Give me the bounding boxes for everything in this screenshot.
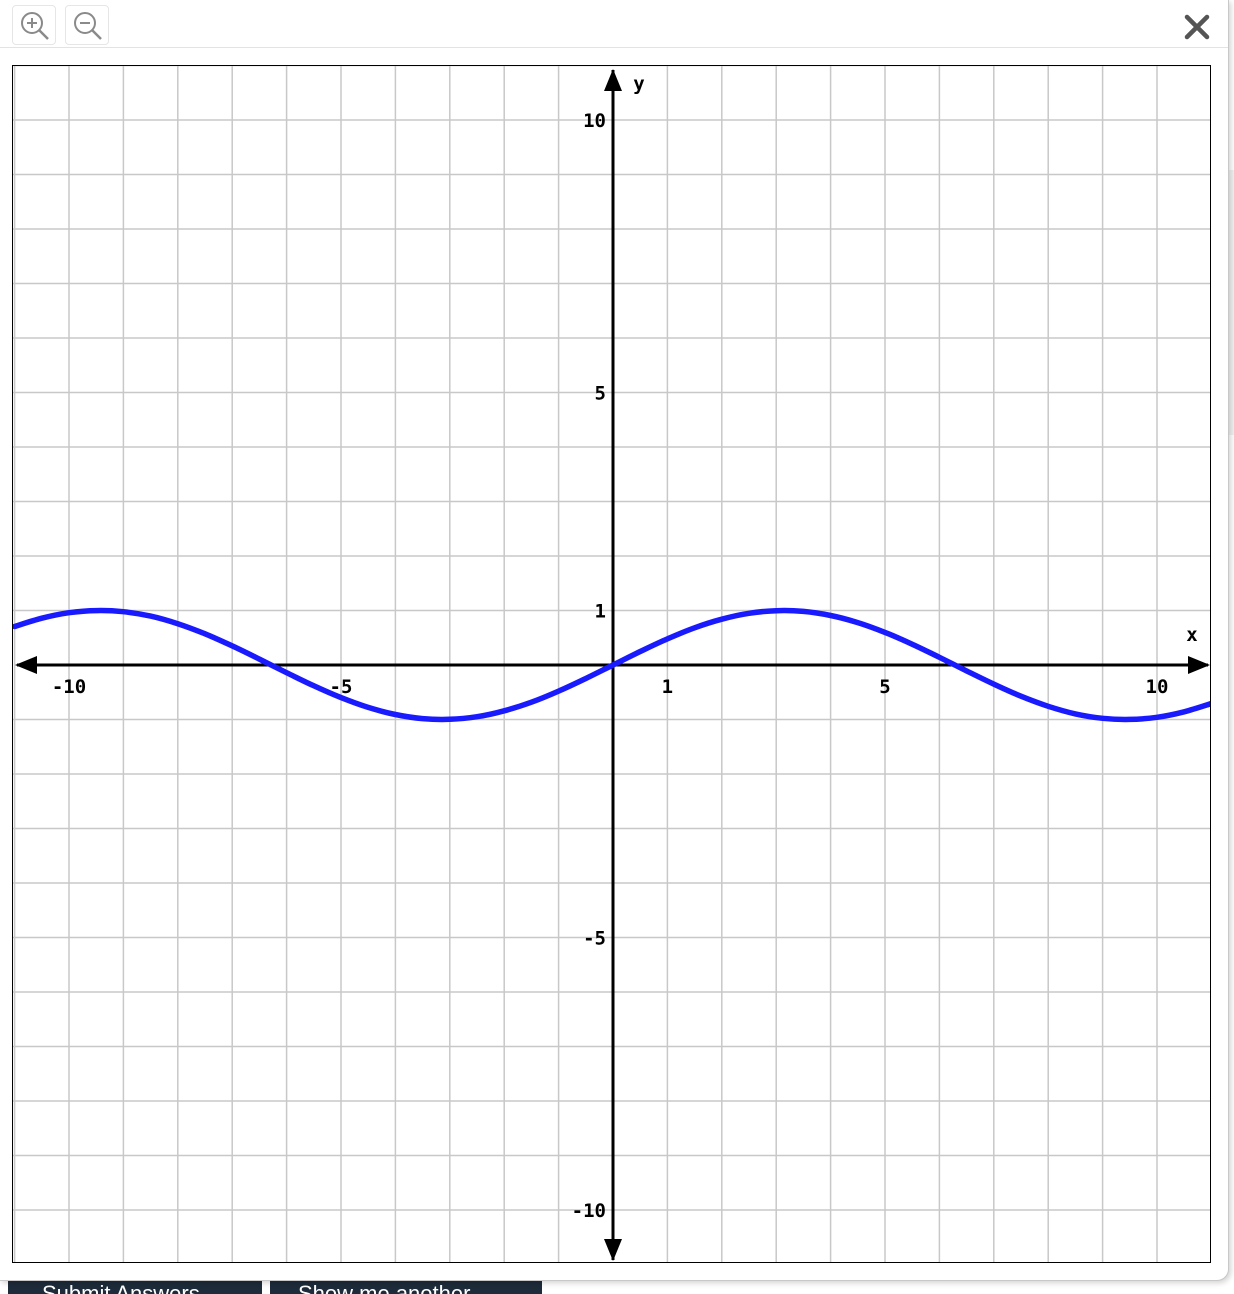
zoom-out-icon xyxy=(74,12,102,40)
y-axis-arrow-up xyxy=(604,69,622,91)
x-axis-arrow-left xyxy=(15,656,37,674)
close-icon xyxy=(1184,14,1210,40)
graph-area[interactable]: -10 -5 1 5 10 10 5 1 -5 -10 x y xyxy=(12,65,1211,1263)
x-tick-label: -10 xyxy=(52,676,86,698)
y-axis-arrow-down xyxy=(604,1239,622,1261)
zoom-in-icon xyxy=(21,12,49,40)
x-axis-arrow-right xyxy=(1188,656,1210,674)
x-axis-label: x xyxy=(1186,624,1197,646)
x-tick-label: 5 xyxy=(879,676,890,698)
show-another-button[interactable]: Show me another xyxy=(270,1281,542,1294)
y-tick-label: 1 xyxy=(595,601,606,623)
y-tick-label: 5 xyxy=(595,383,606,405)
y-tick-label: -10 xyxy=(572,1200,606,1222)
graph-modal: -10 -5 1 5 10 10 5 1 -5 -10 x y xyxy=(0,0,1229,1281)
y-tick-label: -5 xyxy=(583,928,606,950)
y-axis-label: y xyxy=(633,73,644,95)
modal-toolbar xyxy=(0,0,1228,48)
zoom-out-button[interactable] xyxy=(65,5,109,45)
submit-answers-button[interactable]: Submit Answers xyxy=(8,1281,262,1294)
background-page-edge xyxy=(1229,170,1234,435)
zoom-in-button[interactable] xyxy=(12,5,56,45)
y-tick-label: 10 xyxy=(583,110,606,132)
x-tick-label: 1 xyxy=(662,676,673,698)
close-button[interactable] xyxy=(1180,10,1214,44)
x-tick-label: 10 xyxy=(1146,676,1169,698)
graph-canvas: -10 -5 1 5 101051-5-10 x y xyxy=(13,66,1210,1262)
